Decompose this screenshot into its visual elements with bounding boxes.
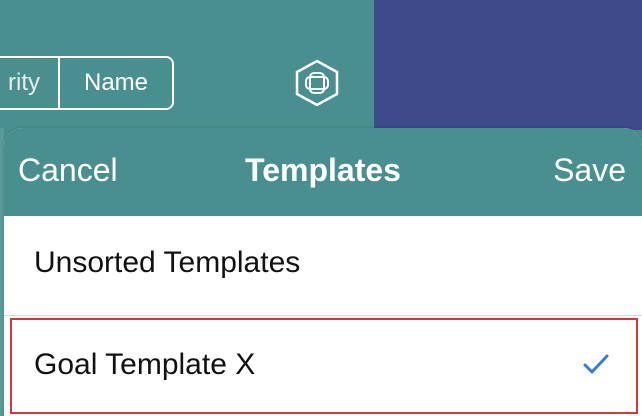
detail-panel-background — [374, 0, 642, 130]
template-row-label: Goal Template X — [34, 348, 256, 381]
add-template-hexagon-icon[interactable] — [292, 58, 342, 108]
template-row-label: Unsorted Templates — [34, 246, 301, 279]
segment-name[interactable]: Name — [58, 58, 172, 108]
segment-priority[interactable]: rity — [0, 58, 58, 108]
save-button[interactable]: Save — [553, 152, 626, 189]
popover-title: Templates — [245, 152, 401, 188]
sort-segmented-control: rity Name — [0, 56, 174, 110]
template-row-unsorted[interactable]: Unsorted Templates — [4, 216, 642, 316]
popover-arrow — [296, 106, 348, 130]
app-screen: rity Name Cancel Templates Save Unsorted… — [0, 0, 642, 416]
popover-header: Cancel Templates Save — [4, 128, 642, 216]
templates-popover: Cancel Templates Save Unsorted Templates… — [4, 128, 642, 416]
checkmark-icon — [583, 354, 609, 374]
template-row-goal-template-x[interactable]: Goal Template X — [10, 318, 638, 414]
